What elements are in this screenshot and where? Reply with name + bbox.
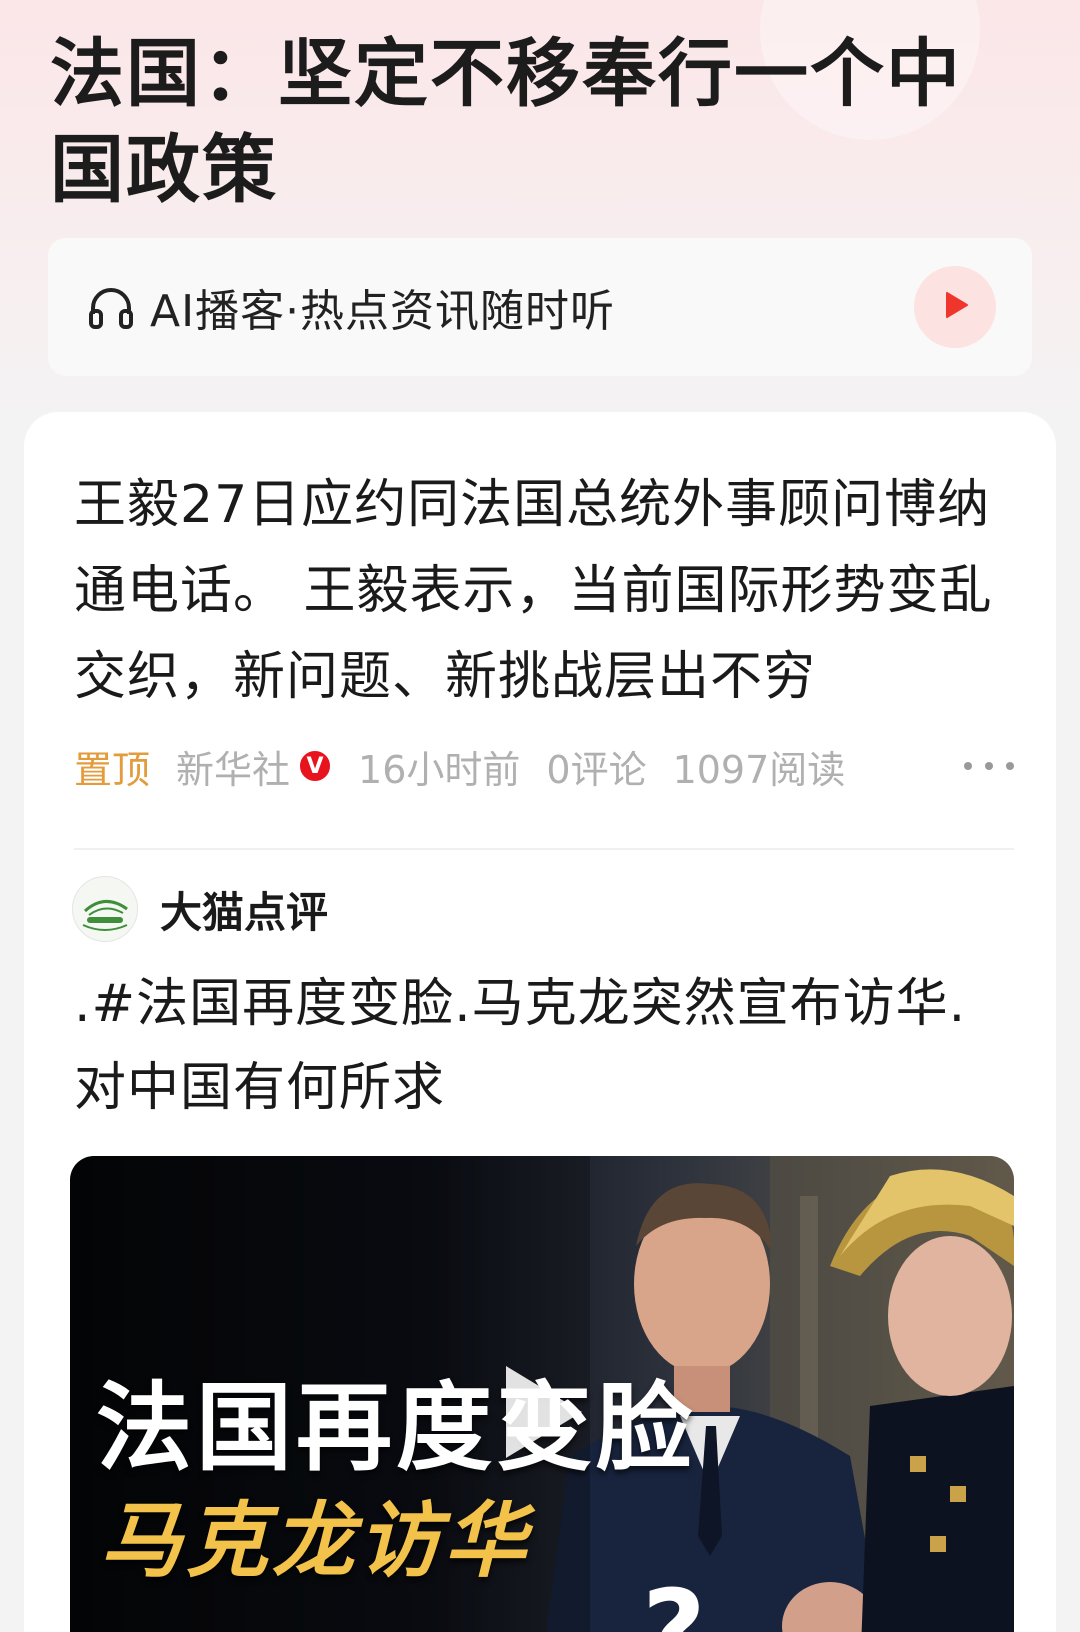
publish-time: 16小时前 (358, 747, 521, 792)
pinned-article-text[interactable]: 王毅27日应约同法国总统外事顾问博纳通电话。 王毅表示，当前国际形势变乱交织，新… (74, 462, 1014, 720)
podcast-play-button[interactable] (914, 266, 996, 348)
post-author[interactable]: 大猫点评 (72, 874, 328, 944)
video-thumbnail[interactable]: 法国再度变脸 马克龙访华 ? (70, 1156, 1014, 1632)
video-cover-title: 法国再度变脸 (96, 1372, 696, 1484)
more-options-icon[interactable] (964, 746, 1014, 786)
video-play-icon[interactable] (506, 1366, 582, 1458)
feed-card: 王毅27日应约同法国总统外事顾问博纳通电话。 王毅表示，当前国际形势变乱交织，新… (24, 412, 1056, 1632)
pinned-article[interactable]: 王毅27日应约同法国总统外事顾问博纳通电话。 王毅表示，当前国际形势变乱交织，新… (74, 462, 1014, 796)
news-topic-page: 法国：坚定不移奉行一个中国政策 AI播客·热点资讯随时听 王毅27日应约同法国总… (0, 0, 1080, 1632)
read-count: 1097阅读 (672, 747, 846, 792)
headphones-icon (86, 282, 136, 332)
post-text[interactable]: .#法国再度变脸.马克龙突然宣布访华.对中国有何所求 (74, 962, 1014, 1130)
article-meta: 置顶 新华社 V 16小时前 0评论 1097阅读 (74, 736, 1014, 796)
avatar[interactable] (72, 876, 138, 942)
ai-podcast-bar[interactable]: AI播客·热点资讯随时听 (48, 238, 1032, 376)
pinned-label: 置顶 (74, 747, 151, 792)
divider (74, 848, 1014, 850)
source[interactable]: 新华社 V (176, 739, 333, 794)
comment-count: 0评论 (546, 747, 647, 792)
verified-badge-icon: V (298, 749, 333, 783)
author-name[interactable]: 大猫点评 (160, 879, 328, 940)
video-cover-subtitle: 马克龙访华 (100, 1494, 530, 1589)
topic-title: 法国：坚定不移奉行一个中国政策 (50, 31, 962, 213)
play-icon (940, 290, 970, 324)
video-cover-question-mark: ? (642, 1566, 706, 1632)
podcast-label: AI播客·热点资讯随时听 (150, 286, 616, 337)
source-name[interactable]: 新华社 (176, 739, 290, 794)
